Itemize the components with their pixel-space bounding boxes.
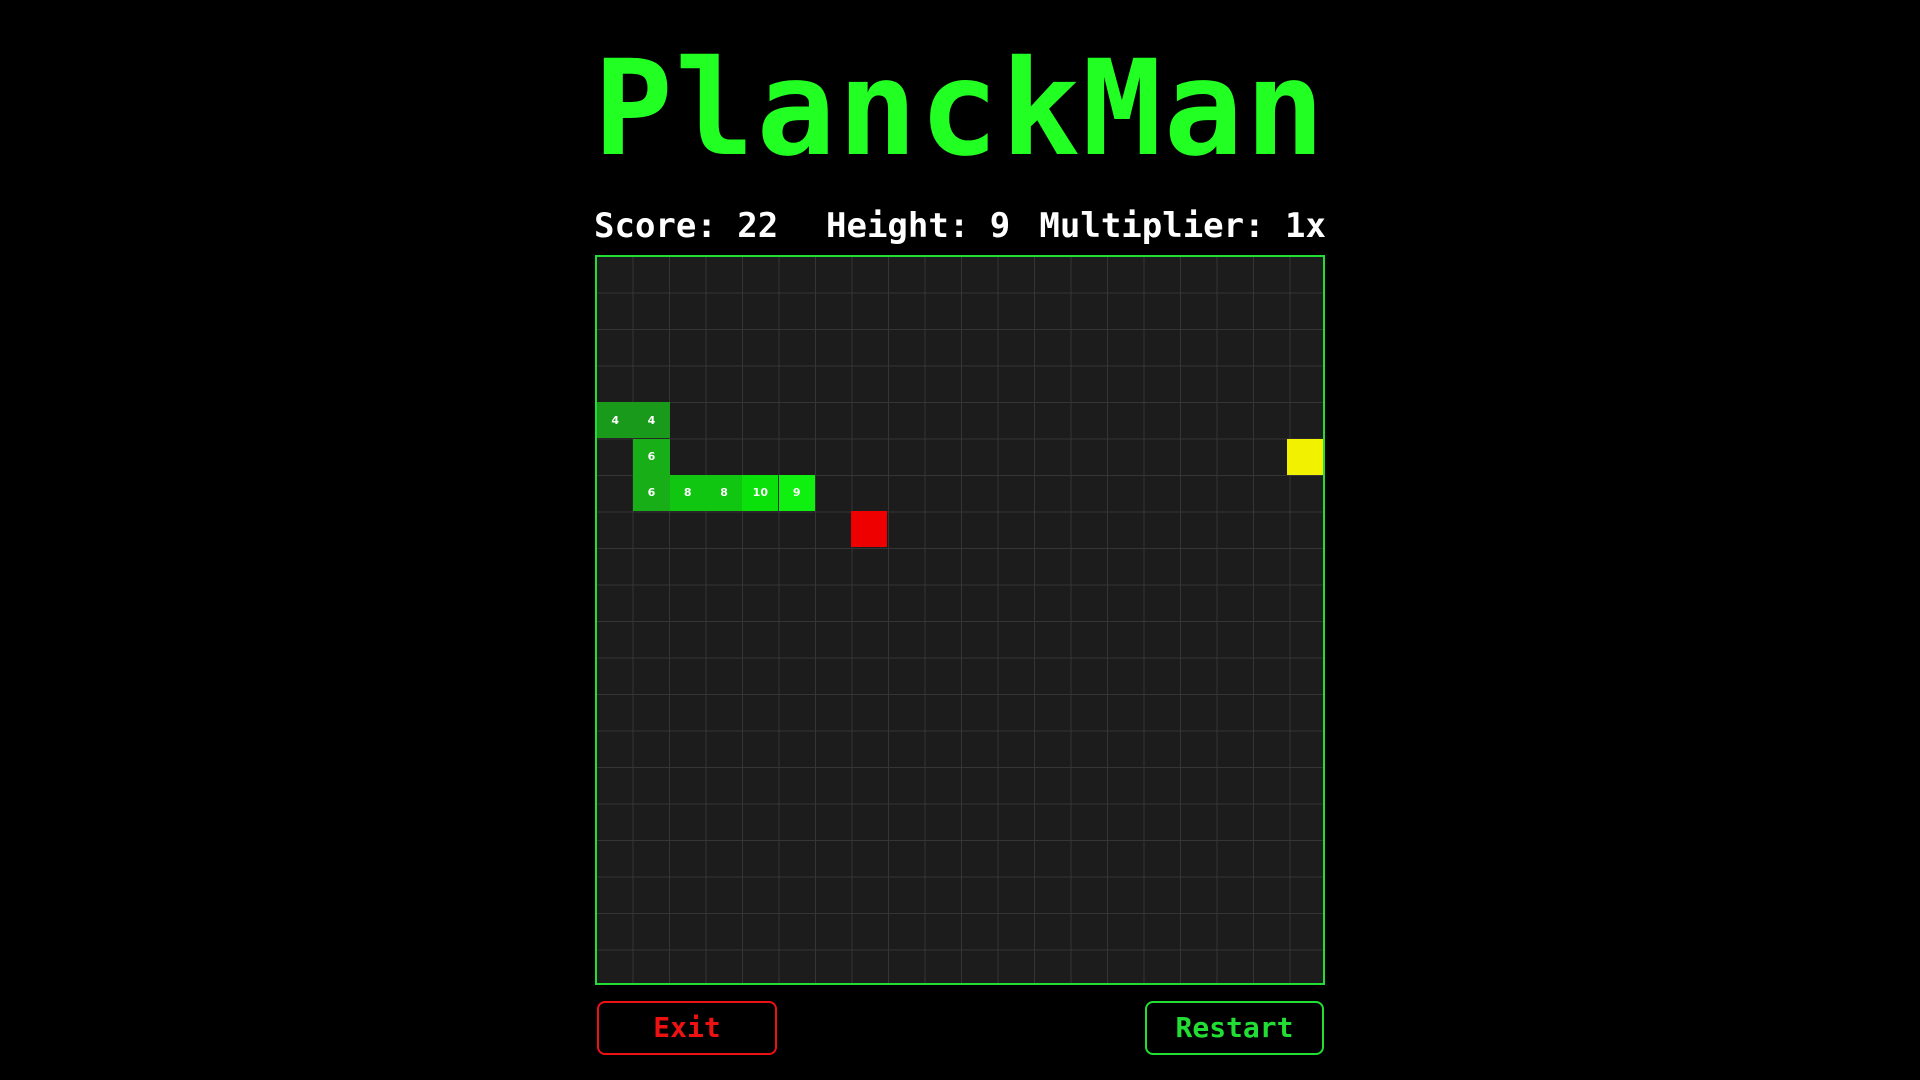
board-grid: 4 4 6 6 8 8 10 9: [597, 257, 1323, 983]
snake-segment: 6: [633, 474, 670, 512]
score-readout: Score: 22: [594, 206, 779, 246]
snake-segment: 9: [778, 474, 815, 512]
snake-segment: 10: [742, 474, 779, 512]
restart-button[interactable]: Restart: [1145, 1001, 1324, 1055]
stats-bar: Score: 22 Height: 9 Multiplier: 1x: [594, 202, 1326, 250]
bonus-block: [1286, 438, 1323, 475]
snake-segment: 6: [633, 438, 670, 475]
snake-segment: 8: [669, 474, 706, 512]
snake-segment: 4: [633, 402, 670, 439]
food-block: [851, 511, 888, 548]
snake-segment: 4: [597, 402, 634, 439]
multiplier-readout: Multiplier: 1x: [1039, 206, 1326, 246]
exit-button[interactable]: Exit: [597, 1001, 777, 1055]
height-readout: Height: 9: [826, 206, 1011, 246]
game-board[interactable]: 4 4 6 6 8 8 10 9: [595, 255, 1325, 985]
snake-segment: 8: [705, 474, 743, 512]
game-title: PlanckMan: [593, 32, 1327, 186]
